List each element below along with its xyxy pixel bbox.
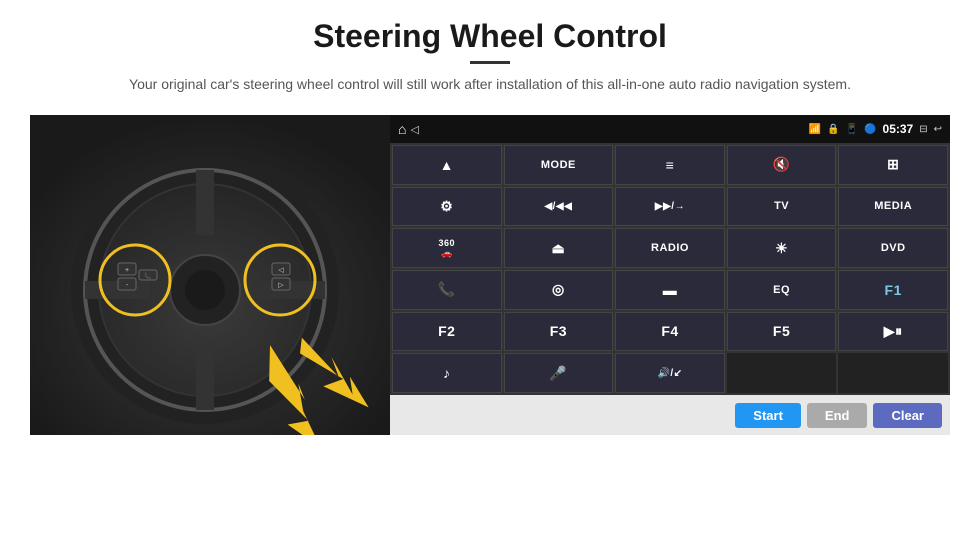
btn-f4[interactable]: F4	[615, 312, 725, 352]
end-button[interactable]: End	[807, 403, 868, 428]
home-icon: ⌂	[398, 121, 406, 137]
status-left: ⌂ ◁	[398, 121, 419, 137]
btn-empty1	[727, 353, 837, 393]
action-bar: Start End Clear	[390, 395, 950, 435]
btn-media[interactable]: MEDIA	[838, 187, 948, 227]
title-section: Steering Wheel Control Your original car…	[129, 18, 851, 109]
svg-text:▷: ▷	[278, 282, 284, 289]
clear-button[interactable]: Clear	[873, 403, 942, 428]
btn-navigation[interactable]: ▲	[392, 145, 502, 185]
btn-phone[interactable]: 📞	[392, 270, 502, 310]
btn-360[interactable]: 360🚗	[392, 228, 502, 268]
wifi-icon: 📶	[809, 124, 821, 135]
steering-wheel-image: + - 📞 ◁ ▷	[30, 115, 390, 435]
btn-gps[interactable]: ◎	[504, 270, 614, 310]
start-button[interactable]: Start	[735, 403, 801, 428]
btn-volume-call[interactable]: 🔊/↙	[615, 353, 725, 393]
btn-music[interactable]: ♪	[392, 353, 502, 393]
btn-mic[interactable]: 🎤	[504, 353, 614, 393]
btn-mode[interactable]: MODE	[504, 145, 614, 185]
control-panel: ⌂ ◁ 📶 🔒 📱 🔵 05:37 ⊟ ↩ ▲ MODE ≡	[390, 115, 950, 435]
svg-text:+: +	[125, 267, 129, 274]
btn-eq[interactable]: EQ	[727, 270, 837, 310]
btn-list[interactable]: ≡	[615, 145, 725, 185]
page-title: Steering Wheel Control	[129, 18, 851, 55]
time-display: 05:37	[883, 122, 914, 136]
page-container: Steering Wheel Control Your original car…	[0, 0, 980, 544]
buttons-grid: ▲ MODE ≡ 🔇 ⊞ ⚙ ◀/◀◀ ▶▶/→ TV MEDIA 360🚗 ⏏…	[390, 143, 950, 395]
btn-radio[interactable]: RADIO	[615, 228, 725, 268]
title-divider	[470, 61, 510, 64]
lock-icon: 🔒	[827, 124, 839, 135]
btn-f2[interactable]: F2	[392, 312, 502, 352]
btn-screen[interactable]: ▬	[615, 270, 725, 310]
btn-settings[interactable]: ⚙	[392, 187, 502, 227]
sim-icon: 📱	[846, 124, 858, 135]
bluetooth-icon: 🔵	[864, 124, 876, 135]
btn-prev[interactable]: ◀/◀◀	[504, 187, 614, 227]
status-right: 📶 🔒 📱 🔵 05:37 ⊟ ↩	[809, 122, 942, 136]
btn-mute[interactable]: 🔇	[727, 145, 837, 185]
svg-text:◁: ◁	[278, 267, 284, 274]
btn-apps[interactable]: ⊞	[838, 145, 948, 185]
btn-eject[interactable]: ⏏	[504, 228, 614, 268]
btn-brightness[interactable]: ☀	[727, 228, 837, 268]
subtitle-text: Your original car's steering wheel contr…	[129, 74, 851, 95]
btn-f1[interactable]: F1	[838, 270, 948, 310]
btn-empty2	[838, 353, 948, 393]
btn-dvd[interactable]: DVD	[838, 228, 948, 268]
content-area: + - 📞 ◁ ▷	[30, 115, 950, 435]
screen-icon: ⊟	[919, 124, 927, 135]
svg-text:📞: 📞	[144, 272, 152, 280]
btn-tv[interactable]: TV	[727, 187, 837, 227]
btn-f5[interactable]: F5	[727, 312, 837, 352]
back-icon: ↩	[934, 124, 942, 135]
nav-arrow-icon: ◁	[410, 123, 418, 136]
status-bar: ⌂ ◁ 📶 🔒 📱 🔵 05:37 ⊟ ↩	[390, 115, 950, 143]
btn-f3[interactable]: F3	[504, 312, 614, 352]
btn-next[interactable]: ▶▶/→	[615, 187, 725, 227]
btn-playpause[interactable]: ▶⏸	[838, 312, 948, 352]
